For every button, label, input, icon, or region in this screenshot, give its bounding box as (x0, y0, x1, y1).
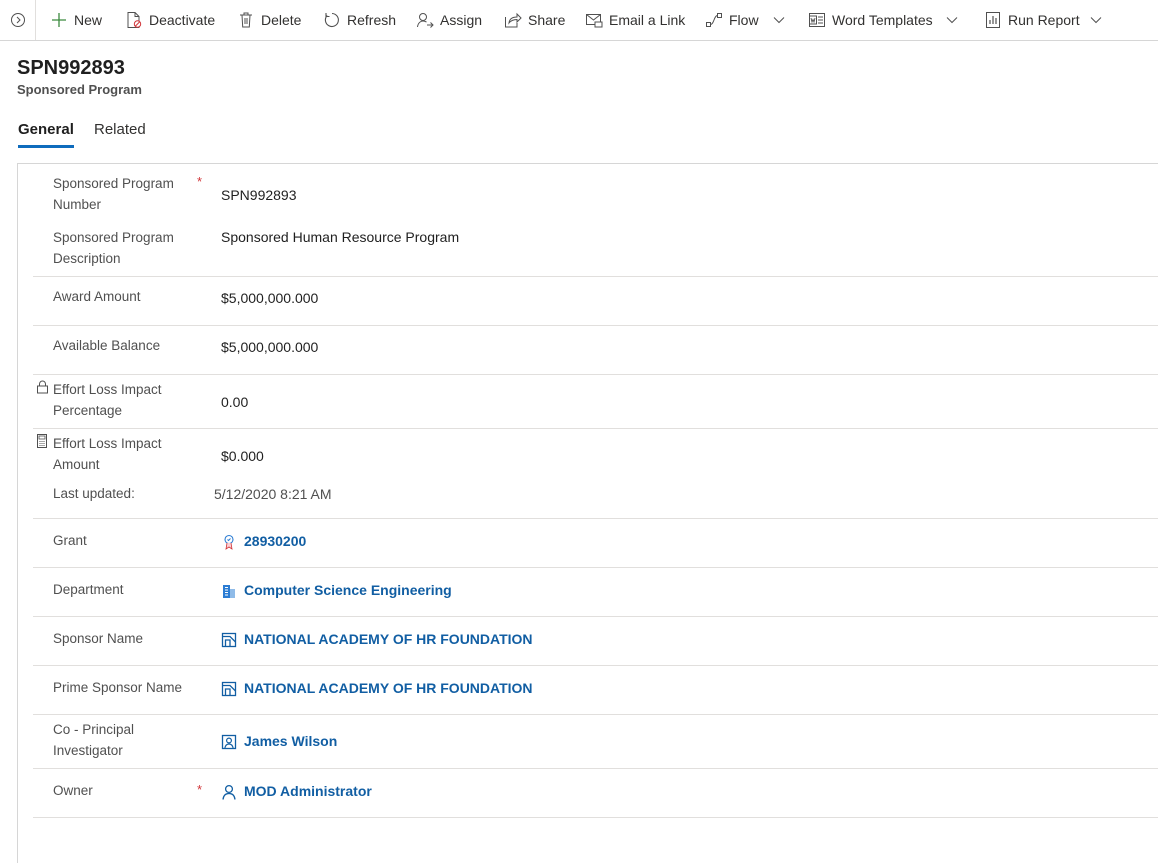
row-divider (33, 768, 1158, 769)
refresh-icon (324, 12, 339, 28)
tab-related[interactable]: Related (94, 121, 146, 149)
chevron-down-icon (946, 17, 958, 24)
record-entity-name: Sponsored Program (17, 82, 142, 97)
last-updated-label: Last updated: (53, 486, 135, 501)
plus-icon (52, 13, 66, 27)
record-title: SPN992893 (17, 57, 125, 79)
deactivate-icon (127, 12, 142, 28)
nav-expand-button[interactable] (0, 0, 36, 40)
email-link-button[interactable]: Email a Link (585, 0, 690, 40)
sponsor-name-lookup-link[interactable]: NATIONAL ACADEMY OF HR FOUNDATION (221, 631, 533, 649)
department-lookup-link[interactable]: Computer Science Engineering (221, 582, 461, 600)
command-bar: New Deactivate Delete Refresh Assign Sha… (0, 0, 1158, 41)
row-divider (33, 567, 1158, 568)
row-divider (33, 714, 1158, 715)
grant-lookup-link[interactable]: 28930200 (221, 533, 341, 551)
flow-icon (706, 13, 722, 27)
required-indicator: * (197, 782, 203, 797)
assign-button[interactable]: Assign (416, 0, 486, 40)
flow-button[interactable]: Flow (705, 0, 790, 40)
chevron-down-icon (1090, 17, 1102, 24)
row-divider (33, 665, 1158, 666)
co-pi-label: Co - Principal Investigator (53, 722, 135, 758)
available-balance-field[interactable]: $5,000,000.000 (221, 339, 318, 355)
run-report-button[interactable]: Run Report (984, 0, 1109, 40)
chevron-down-icon (773, 17, 785, 24)
grant-label: Grant (53, 533, 87, 548)
prime-sponsor-name-lookup-link[interactable]: NATIONAL ACADEMY OF HR FOUNDATION (221, 680, 533, 698)
email-link-icon (586, 14, 603, 28)
prime-sponsor-name-label: Prime Sponsor Name (53, 680, 183, 695)
owner-lookup-link[interactable]: MOD Administrator (221, 783, 381, 801)
owner-label: Owner (53, 783, 93, 798)
share-icon (505, 12, 522, 28)
row-divider (33, 276, 1158, 277)
program-number-label: Sponsored Program Number (53, 176, 174, 212)
chevron-circle-icon (11, 13, 25, 27)
sponsor-name-label: Sponsor Name (53, 631, 144, 646)
effort-loss-amt-label: Effort Loss Impact Amount (53, 436, 162, 472)
last-updated-value: 5/12/2020 8:21 AM (214, 486, 332, 502)
refresh-button[interactable]: Refresh (323, 0, 398, 40)
effort-loss-pct-field: 0.00 (221, 394, 249, 410)
building-icon (223, 585, 235, 598)
share-button[interactable]: Share (504, 0, 569, 40)
program-description-field[interactable]: Sponsored Human Resource Program (221, 229, 459, 245)
effort-loss-pct-label: Effort Loss Impact Percentage (53, 382, 162, 418)
trash-icon (240, 12, 252, 28)
row-divider (33, 518, 1158, 519)
row-divider (33, 325, 1158, 326)
co-pi-lookup-link[interactable]: James Wilson (221, 733, 341, 751)
program-number-field[interactable]: SPN992893 (221, 187, 297, 203)
required-indicator: * (197, 174, 203, 189)
word-templates-button[interactable]: Word Templates (808, 0, 963, 40)
delete-button[interactable]: Delete (237, 0, 307, 40)
award-amount-field[interactable]: $5,000,000.000 (221, 290, 318, 306)
row-divider (33, 374, 1158, 375)
deactivate-button[interactable]: Deactivate (125, 0, 220, 40)
row-divider (33, 616, 1158, 617)
available-balance-label: Available Balance (53, 338, 161, 353)
assign-icon (417, 13, 434, 28)
user-icon (222, 784, 236, 800)
contact-icon (221, 734, 237, 750)
award-amount-label: Award Amount (53, 289, 141, 304)
program-description-label: Sponsored Program Description (53, 230, 174, 266)
department-label: Department (53, 582, 124, 597)
effort-loss-amt-field: $0.000 (221, 448, 264, 464)
account-icon (221, 632, 237, 648)
row-divider (33, 428, 1158, 429)
active-tab-indicator (18, 145, 74, 148)
new-button[interactable]: New (50, 0, 110, 40)
report-icon (986, 12, 1000, 28)
calculator-icon (37, 434, 47, 448)
row-divider (33, 817, 1158, 818)
lock-icon (37, 380, 48, 394)
word-icon (809, 13, 825, 27)
grant-icon (224, 534, 234, 550)
account-icon (221, 681, 237, 697)
